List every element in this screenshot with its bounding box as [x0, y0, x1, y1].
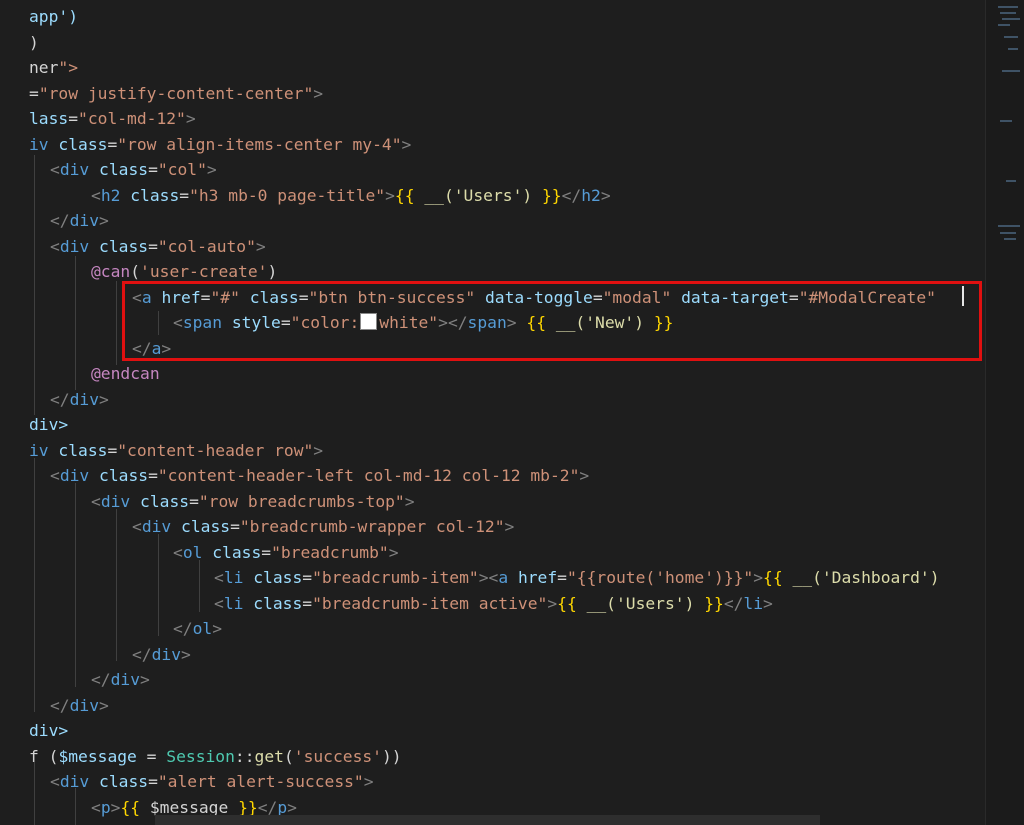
- code-line[interactable]: <div class="content-header-left col-md-1…: [50, 463, 589, 488]
- code-line[interactable]: <li class="breadcrumb-item active">{{ __…: [214, 591, 773, 616]
- minimap[interactable]: [985, 0, 1024, 825]
- code-line[interactable]: </div>: [91, 667, 150, 692]
- code-line[interactable]: ner">: [29, 55, 78, 80]
- code-line[interactable]: </div>: [50, 208, 109, 233]
- code-line[interactable]: iv class="content-header row">: [29, 438, 323, 463]
- code-line[interactable]: @endcan: [91, 361, 160, 386]
- code-line[interactable]: <div class="row breadcrumbs-top">: [91, 489, 415, 514]
- code-line[interactable]: <h2 class="h3 mb-0 page-title">{{ __('Us…: [91, 183, 611, 208]
- code-line[interactable]: </ol>: [173, 616, 222, 641]
- code-line[interactable]: <li class="breadcrumb-item"><a href="{{r…: [214, 565, 940, 590]
- code-line[interactable]: ): [29, 30, 39, 55]
- code-line[interactable]: </div>: [132, 642, 191, 667]
- indent-guide: [34, 155, 35, 415]
- code-line[interactable]: lass="col-md-12">: [29, 106, 196, 131]
- code-line[interactable]: </div>: [50, 387, 109, 412]
- code-line[interactable]: <ol class="breadcrumb">: [173, 540, 399, 565]
- code-line[interactable]: iv class="row align-items-center my-4">: [29, 132, 411, 157]
- code-line[interactable]: <div class="col">: [50, 157, 217, 182]
- indent-guide: [116, 281, 117, 365]
- code-line[interactable]: ="row justify-content-center">: [29, 81, 323, 106]
- code-line[interactable]: f ($message = Session::get('success')): [29, 744, 402, 769]
- code-line[interactable]: </div>: [50, 820, 109, 825]
- code-line[interactable]: <div class="col-auto">: [50, 234, 266, 259]
- code-line[interactable]: </div>: [50, 693, 109, 718]
- indent-guide: [75, 483, 76, 687]
- indent-guide: [158, 534, 159, 636]
- code-line[interactable]: app'): [29, 4, 78, 29]
- code-line[interactable]: div>: [29, 718, 68, 743]
- code-line[interactable]: div>: [29, 412, 68, 437]
- indent-guide: [34, 762, 35, 825]
- horizontal-scrollbar[interactable]: [155, 815, 820, 825]
- text-cursor: [962, 286, 964, 306]
- code-line[interactable]: <div class="breadcrumb-wrapper col-12">: [132, 514, 514, 539]
- code-line[interactable]: <div class="alert alert-success">: [50, 769, 374, 794]
- highlight-box: [122, 281, 982, 361]
- code-editor[interactable]: app')) ner"> ="row justify-content-center"…: [0, 0, 985, 825]
- indent-guide: [116, 509, 117, 661]
- indent-guide: [199, 560, 200, 612]
- indent-guide: [34, 458, 35, 712]
- indent-guide: [75, 256, 76, 390]
